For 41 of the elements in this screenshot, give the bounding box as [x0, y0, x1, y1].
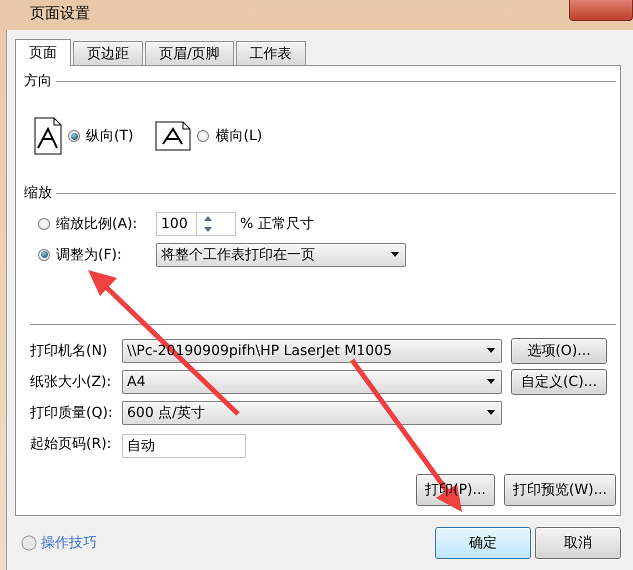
- tab[interactable]: 页面: [15, 39, 71, 66]
- caret-icon: [391, 252, 399, 257]
- close-button[interactable]: [569, 0, 633, 21]
- section-heading: 缩放: [24, 184, 52, 202]
- dialog-button[interactable]: 取消: [535, 527, 621, 559]
- tab[interactable]: 页眉/页脚: [145, 41, 234, 65]
- dropdown[interactable]: 将整个工作表打印在一页: [156, 242, 406, 266]
- radio-button[interactable]: [38, 218, 50, 230]
- section-heading: 方向: [24, 72, 52, 90]
- page-icon: [155, 121, 192, 151]
- field-label: 打印机名(N): [30, 342, 108, 360]
- page-icon: [34, 117, 62, 155]
- help-icon: [21, 535, 37, 551]
- window-title: 页面设置: [30, 3, 90, 23]
- up-arrow-icon[interactable]: [204, 216, 212, 220]
- options-button[interactable]: 选项(O)...: [511, 338, 607, 364]
- field-label: 打印质量(Q):: [30, 404, 114, 422]
- number-field[interactable]: 100: [156, 212, 236, 236]
- print-button[interactable]: 打印预览(W)...: [504, 474, 616, 506]
- tab[interactable]: 工作表: [236, 41, 306, 65]
- options-button[interactable]: 自定义(C)...: [511, 368, 607, 394]
- help-link[interactable]: 操作技巧: [41, 534, 97, 552]
- dropdown[interactable]: 600 点/英寸: [122, 400, 502, 424]
- radio-label[interactable]: 纵向(T): [86, 127, 134, 145]
- caret-icon: [487, 410, 495, 415]
- radio-label[interactable]: 调整为(F):: [56, 246, 156, 264]
- field-label: 起始页码(R):: [30, 434, 112, 452]
- input-field[interactable]: 自动: [122, 434, 246, 458]
- tab[interactable]: 页边距: [73, 41, 143, 65]
- dropdown[interactable]: A4: [122, 370, 502, 394]
- radio-label[interactable]: 横向(L): [215, 127, 262, 145]
- radio-button[interactable]: [38, 248, 50, 260]
- radio-label[interactable]: 缩放比例(A):: [56, 214, 156, 232]
- caret-icon: [487, 348, 495, 353]
- caret-icon: [487, 379, 495, 384]
- scale-suffix: % 正常尺寸: [240, 214, 314, 232]
- dialog-button[interactable]: 确定: [435, 527, 531, 559]
- radio-button[interactable]: [68, 130, 80, 142]
- down-arrow-icon[interactable]: [204, 226, 212, 232]
- field-label: 纸张大小(Z):: [30, 372, 112, 390]
- radio-button[interactable]: [197, 130, 210, 142]
